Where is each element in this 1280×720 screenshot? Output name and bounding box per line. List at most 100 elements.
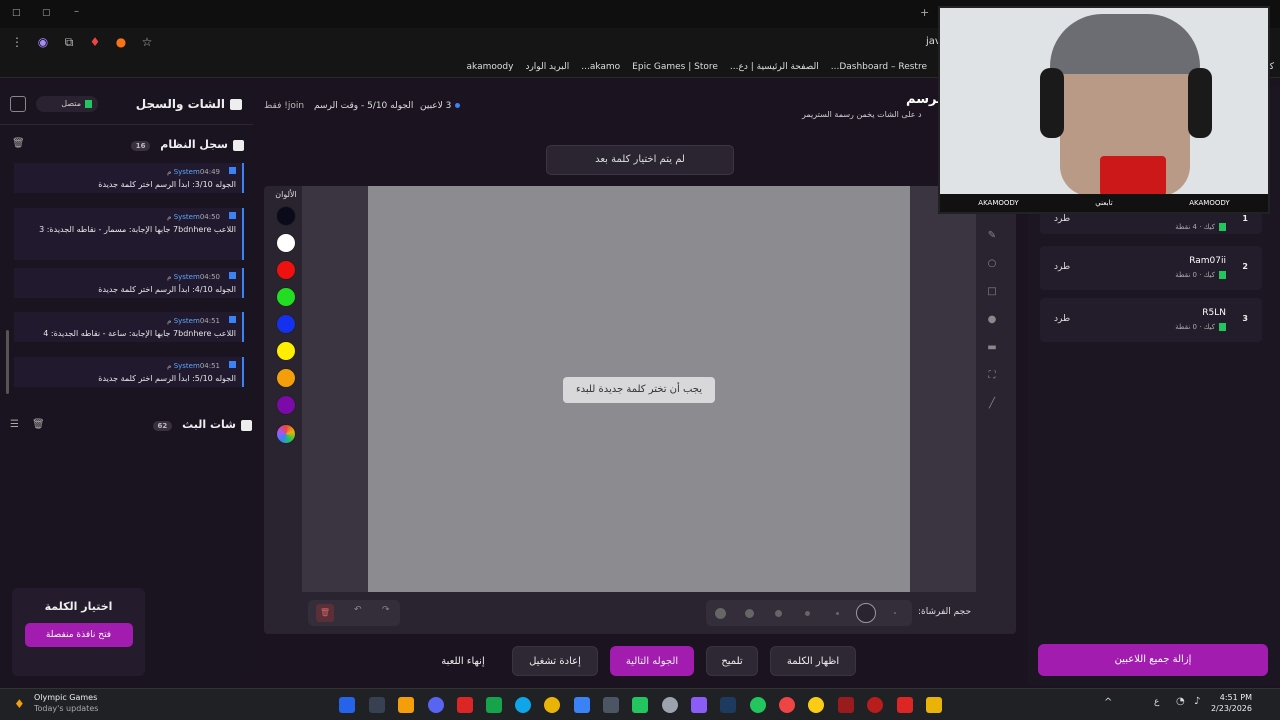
- search-icon[interactable]: [369, 697, 385, 713]
- reveal-word-button[interactable]: اظهار الكلمة: [770, 646, 856, 676]
- brush-size-s[interactable]: [805, 611, 810, 616]
- whatsapp-icon[interactable]: [750, 697, 766, 713]
- color-swatch[interactable]: [276, 395, 296, 415]
- color-swatch[interactable]: [276, 368, 296, 388]
- bookmark-item[interactable]: akamo...: [581, 62, 620, 72]
- file-explorer-icon[interactable]: [398, 697, 414, 713]
- menu-dots-icon[interactable]: ⋮: [8, 33, 26, 51]
- page-subtitle: د على الشات يخمن رسمة الستريمر: [802, 110, 922, 119]
- bookmark-star-icon[interactable]: ☆: [138, 33, 156, 51]
- round-info: الجوله 5/10 - وقت الرسم: [314, 101, 414, 111]
- app-darkred-icon[interactable]: [838, 697, 854, 713]
- start-icon[interactable]: [339, 697, 355, 713]
- tab-icon[interactable]: □: [12, 8, 21, 18]
- steam-icon[interactable]: [720, 697, 736, 713]
- kick-player-button[interactable]: طرد: [1054, 314, 1070, 324]
- brush-size-l[interactable]: [745, 609, 754, 618]
- news-title[interactable]: Olympic Games: [34, 693, 97, 702]
- color-swatch[interactable]: [276, 287, 296, 307]
- extension-orange-icon[interactable]: ●: [112, 33, 130, 51]
- connected-icon: [85, 99, 92, 108]
- extensions-puzzle-icon[interactable]: ⧉: [60, 33, 78, 51]
- kick-badge-icon: [1219, 223, 1226, 231]
- clock-time[interactable]: 4:51 PM: [1214, 693, 1252, 702]
- color-swatch[interactable]: [276, 206, 296, 226]
- log-sender: System: [173, 213, 200, 221]
- log-count-badge: 16: [130, 141, 151, 151]
- restart-button[interactable]: إعادة تشغيل: [512, 646, 598, 676]
- brush-size-xxs[interactable]: [894, 612, 896, 614]
- brush-size-label: حجم الفرشاة:: [918, 607, 972, 617]
- minecraft-icon[interactable]: [486, 697, 502, 713]
- open-separate-window-button[interactable]: فتح نافذة منفصلة: [24, 623, 133, 647]
- bookmark-item[interactable]: akamoody: [467, 62, 514, 72]
- minimize-icon[interactable]: –: [74, 6, 79, 17]
- app-red2-icon[interactable]: [779, 697, 795, 713]
- bookmark-item[interactable]: Epic Games | Store: [632, 62, 718, 72]
- snapchat-icon[interactable]: [808, 697, 824, 713]
- app-green-icon[interactable]: [632, 697, 648, 713]
- new-tab-icon[interactable]: +: [920, 6, 929, 19]
- next-round-button[interactable]: الجوله التالية: [610, 646, 694, 676]
- network-icon[interactable]: ◔: [1176, 696, 1185, 707]
- bookmark-item[interactable]: الصفحة الرئيسية | دع...: [730, 62, 819, 72]
- app-grid-icon[interactable]: [691, 697, 707, 713]
- app-yellow-icon[interactable]: [926, 697, 942, 713]
- end-game-button[interactable]: إنهاء اللعبة: [432, 646, 494, 676]
- app-blue-icon[interactable]: [574, 697, 590, 713]
- discord-icon[interactable]: [428, 697, 444, 713]
- store-icon[interactable]: [603, 697, 619, 713]
- volume-icon[interactable]: ♪: [1194, 696, 1200, 707]
- color-swatch[interactable]: [276, 260, 296, 280]
- rectangle-tool-icon[interactable]: □: [980, 286, 1004, 297]
- cap-icon: [1050, 14, 1200, 74]
- color-picker-icon[interactable]: [276, 424, 296, 444]
- app-red-icon[interactable]: [457, 697, 473, 713]
- remove-all-players-button[interactable]: إزالة جميع اللاعبين: [1038, 644, 1268, 676]
- youtube-icon[interactable]: [897, 697, 913, 713]
- players-count: 3 لاعبين: [420, 101, 461, 111]
- extension-icon[interactable]: ◉: [34, 33, 52, 51]
- pencil-icon[interactable]: ✎: [980, 230, 1004, 241]
- clear-canvas-trash-icon[interactable]: 🗑: [316, 604, 334, 622]
- color-swatch[interactable]: [276, 233, 296, 253]
- filter-icon[interactable]: ☰: [10, 419, 19, 430]
- canvas-message: يجب أن تختر كلمة جديدة للبدء: [563, 377, 715, 403]
- system-icon: [229, 167, 236, 174]
- edge-icon[interactable]: [515, 697, 531, 713]
- kick-player-button[interactable]: طرد: [1054, 262, 1070, 272]
- bookmark-item[interactable]: Dashboard – Restre...: [831, 62, 927, 72]
- fill-bucket-icon[interactable]: ⛶: [980, 370, 1004, 381]
- obs-icon[interactable]: [662, 697, 678, 713]
- news-widget-icon[interactable]: ♦: [14, 697, 25, 711]
- app-red3-icon[interactable]: [867, 697, 883, 713]
- brush-size-m[interactable]: [775, 610, 782, 617]
- kick-player-button[interactable]: طرد: [1054, 214, 1070, 224]
- brush-size-xl[interactable]: [715, 608, 726, 619]
- panel-title-text: الشات والسجل: [135, 97, 225, 111]
- connection-badge: متصل: [36, 96, 98, 112]
- color-swatch[interactable]: [276, 314, 296, 334]
- log-scrollbar[interactable]: [6, 330, 9, 394]
- clear-log-trash-icon[interactable]: 🗑: [12, 138, 25, 149]
- extension-red-icon[interactable]: ♦: [86, 33, 104, 51]
- clear-chat-trash-icon[interactable]: 🗑: [32, 419, 45, 430]
- undo-icon[interactable]: ↶: [354, 605, 362, 615]
- collapse-panel-icon[interactable]: [10, 96, 26, 112]
- tray-chevron-icon[interactable]: ^: [1104, 697, 1112, 708]
- fill-rect-tool-icon[interactable]: ▬: [980, 342, 1004, 353]
- line-tool-icon[interactable]: ╱: [980, 398, 1004, 409]
- chrome-icon[interactable]: [544, 697, 560, 713]
- bookmark-item[interactable]: البريد الوارد: [525, 62, 569, 72]
- brush-size-xs[interactable]: [836, 612, 839, 615]
- language-indicator[interactable]: ع: [1154, 697, 1159, 707]
- join-hint: join! فقط: [264, 101, 305, 111]
- player-stats-text: كيك · 0 نقطة: [1175, 271, 1215, 279]
- brush-size-selected[interactable]: [856, 603, 876, 623]
- fill-circle-tool-icon[interactable]: ●: [980, 314, 1004, 325]
- redo-icon[interactable]: ↷: [382, 605, 390, 615]
- color-swatch[interactable]: [276, 341, 296, 361]
- circle-tool-icon[interactable]: ○: [980, 258, 1004, 269]
- tab-icon[interactable]: ▢: [42, 8, 51, 18]
- hint-button[interactable]: تلميح: [706, 646, 758, 676]
